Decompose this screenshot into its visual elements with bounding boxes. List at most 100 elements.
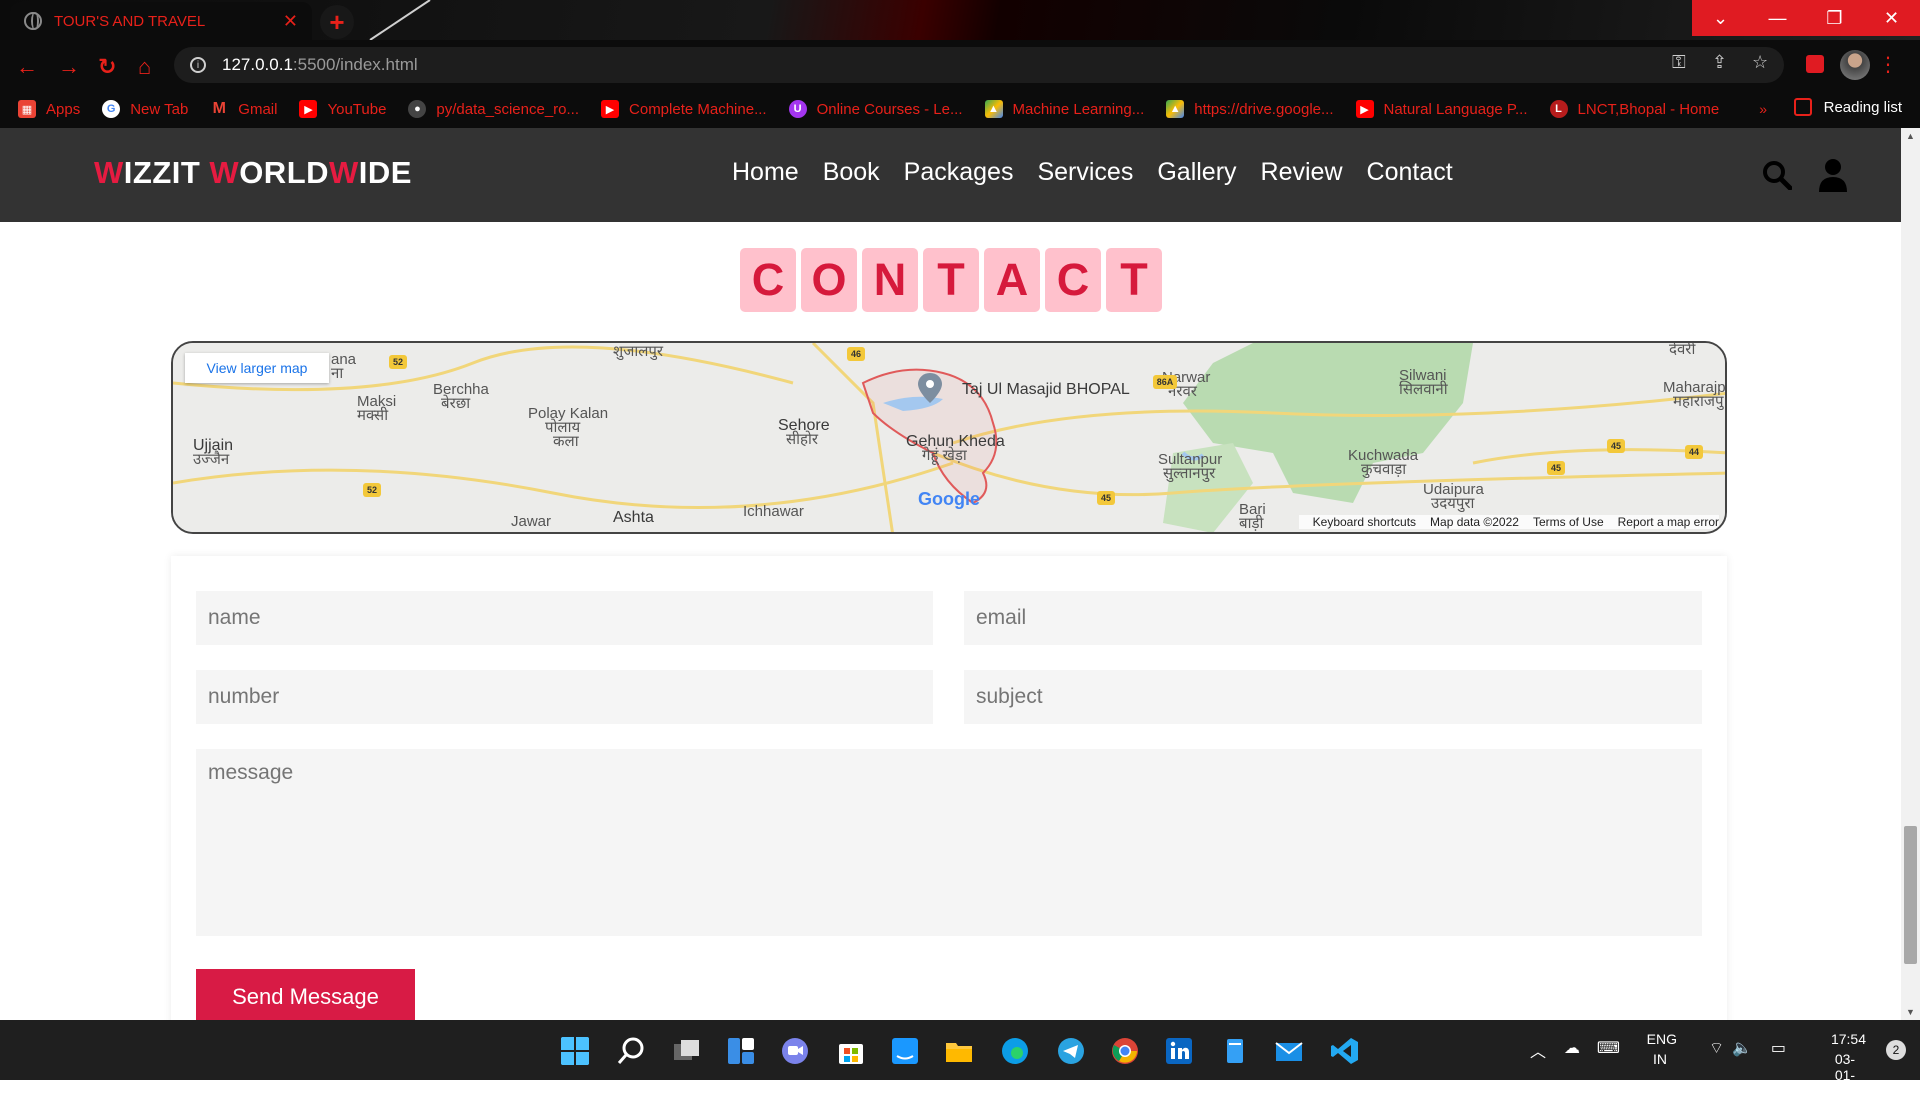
message-textarea[interactable] [196,749,1702,936]
email-input[interactable] [964,591,1702,645]
notepad-icon[interactable] [1220,1036,1250,1066]
nav-services[interactable]: Services [1037,158,1133,187]
send-message-button[interactable]: Send Message [196,969,415,1020]
nav-home[interactable]: Home [732,158,799,187]
bookmark-nlp[interactable]: ▶ Natural Language P... [1355,100,1528,118]
microsoft-store-icon[interactable] [836,1036,866,1066]
file-explorer-icon[interactable] [944,1036,974,1066]
language-bottom[interactable]: IN [1653,1051,1667,1067]
globe-icon [24,12,42,30]
subject-input[interactable] [964,670,1702,724]
view-larger-map-link[interactable]: View larger map [185,353,329,383]
scroll-up-icon[interactable]: ▲ [1901,128,1920,144]
vscode-icon[interactable] [1330,1036,1360,1066]
bookmark-gmail[interactable]: M Gmail [210,100,278,118]
map-pin-icon[interactable] [918,373,942,403]
tab-title: TOUR'S AND TRAVEL [54,12,206,30]
profile-avatar[interactable] [1840,50,1870,80]
prime-video-icon[interactable] [890,1036,920,1066]
scroll-down-icon[interactable]: ▼ [1901,1004,1920,1020]
close-tab-icon[interactable]: ✕ [283,11,298,32]
more-bookmarks-icon[interactable]: » [1759,101,1767,117]
search-icon[interactable] [1762,160,1792,190]
volume-icon[interactable]: 🔈 [1732,1038,1752,1058]
bookmark-ml-drive[interactable]: ▲ Machine Learning... [984,100,1144,118]
bookmark-complete-ml[interactable]: ▶ Complete Machine... [601,100,767,118]
map-pin-label: Taj Ul Masajid BHOPAL [962,381,1130,398]
maximize-button[interactable]: ❐ [1806,0,1863,36]
page-viewport: WIZZIT WORLDWIDE Home Book Packages Serv… [0,128,1901,1020]
share-icon[interactable]: ⇪ [1712,52,1727,73]
reload-icon[interactable]: ↻ [98,54,116,80]
heading-letter: T [923,248,979,312]
page-scrollbar[interactable]: ▲ ▼ [1901,128,1920,1020]
bookmark-youtube[interactable]: ▶ YouTube [299,100,386,118]
reading-list-icon [1793,98,1812,116]
notification-badge[interactable]: 2 [1886,1040,1906,1060]
map-label: बेरछा [441,395,471,412]
widgets-icon[interactable] [726,1036,756,1066]
bookmark-lnct[interactable]: L LNCT,Bhopal - Home [1549,100,1719,118]
show-hidden-icons-icon[interactable]: ︿ [1530,1038,1546,1062]
reading-list-button[interactable]: Reading list [1793,98,1902,116]
chrome-icon[interactable] [1110,1036,1140,1066]
road-shield: 52 [389,355,407,369]
bookmark-apps[interactable]: ▦ Apps [18,100,80,118]
bookmark-new-tab[interactable]: G New Tab [102,100,188,118]
clock-time[interactable]: 17:54 [1831,1031,1866,1047]
clock-date[interactable]: 03-01-2022 [1835,1051,1866,1099]
tab-decoration [369,0,431,40]
keyboard-shortcuts-link[interactable]: Keyboard shortcuts [1313,515,1416,529]
onedrive-icon[interactable]: ☁ [1564,1038,1580,1058]
embedded-map[interactable]: View larger map Taj Ul Masajid BHOPAL Uj… [171,341,1727,534]
extension-icon[interactable] [1806,55,1824,73]
new-tab-button[interactable]: + [320,5,354,39]
url-bar[interactable]: i 127.0.0.1 :5500/index.html [174,47,1784,83]
tab-search-icon[interactable]: ⌄ [1692,0,1749,36]
scrollbar-thumb[interactable] [1904,826,1917,964]
browser-menu-icon[interactable]: ⋮ [1878,52,1898,77]
bookmark-udemy[interactable]: U Online Courses - Le... [788,100,963,118]
map-label: ना [331,365,344,382]
close-window-button[interactable]: ✕ [1863,0,1920,36]
site-info-icon[interactable]: i [190,57,206,73]
mail-icon[interactable] [1274,1036,1304,1066]
teams-chat-icon[interactable] [780,1036,810,1066]
nav-book[interactable]: Book [823,158,880,187]
battery-icon[interactable]: ▭ [1771,1038,1786,1058]
road-shield: 45 [1547,461,1565,475]
road-shield: 52 [363,483,381,497]
linkedin-icon[interactable] [1164,1036,1194,1066]
report-map-error-link[interactable]: Report a map error [1618,515,1719,529]
windows-start-icon[interactable] [560,1036,590,1066]
nav-gallery[interactable]: Gallery [1157,158,1236,187]
nav-contact[interactable]: Contact [1367,158,1453,187]
task-view-icon[interactable] [672,1036,702,1066]
windows-taskbar: ︿ ☁ ⌨ ENG IN ⌔ 🔈 ▭ 17:54 03-01-2022 2 [0,1020,1920,1099]
back-arrow-icon[interactable]: ← [16,54,38,80]
edge-icon[interactable] [1000,1036,1030,1066]
nav-packages[interactable]: Packages [904,158,1014,187]
browser-tab[interactable]: TOUR'S AND TRAVEL ✕ [10,2,312,40]
terms-of-use-link[interactable]: Terms of Use [1533,515,1604,529]
keyboard-icon[interactable]: ⌨ [1597,1038,1620,1058]
key-icon[interactable]: ⚿ [1672,52,1686,73]
name-input[interactable] [196,591,933,645]
telegram-icon[interactable] [1056,1036,1086,1066]
user-icon[interactable] [1818,158,1848,192]
home-icon[interactable]: ⌂ [138,54,151,80]
map-label: मक्सी [357,407,389,424]
search-icon[interactable] [616,1036,646,1066]
bookmark-drive[interactable]: ▲ https://drive.google... [1166,100,1334,118]
bookmark-github[interactable]: ● py/data_science_ro... [408,100,579,118]
minimize-button[interactable]: — [1749,0,1806,36]
nav-review[interactable]: Review [1261,158,1343,187]
window-controls: ⌄ — ❐ ✕ [1692,0,1920,36]
bookmark-star-icon[interactable]: ☆ [1752,52,1768,73]
site-logo[interactable]: WIZZIT WORLDWIDE [94,155,412,191]
number-input[interactable] [196,670,933,724]
wifi-icon[interactable]: ⌔ [1709,1038,1724,1058]
road-shield: 45 [1097,491,1115,505]
forward-arrow-icon[interactable]: → [58,54,80,80]
language-top[interactable]: ENG [1647,1031,1677,1047]
